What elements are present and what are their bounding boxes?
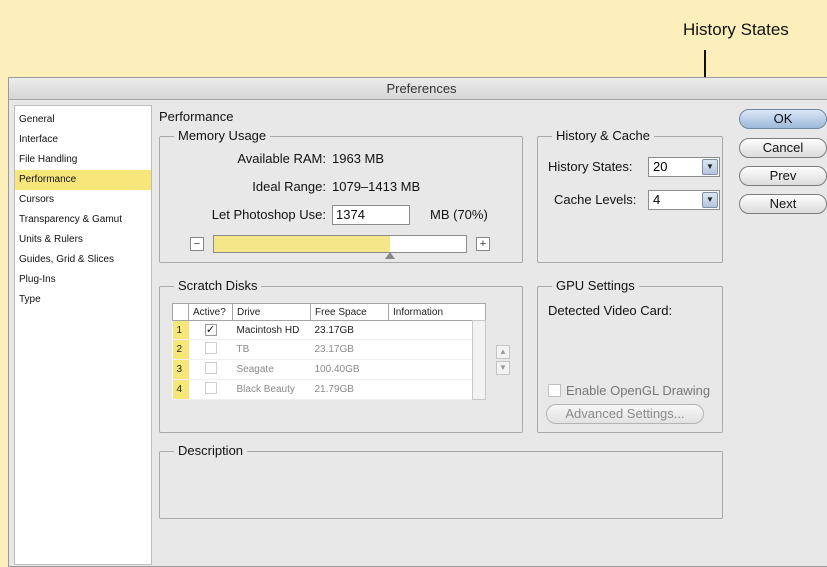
sidebar-item-cursors[interactable]: Cursors <box>15 190 151 210</box>
information <box>388 359 486 380</box>
prev-button[interactable]: Prev <box>739 166 827 186</box>
enable-opengl-checkbox[interactable] <box>548 384 561 397</box>
drive-name: TB <box>232 339 311 360</box>
memory-usage-title: Memory Usage <box>174 128 271 143</box>
scroll-down-icon[interactable]: ▼ <box>496 361 510 375</box>
sidebar-item-type[interactable]: Type <box>15 290 151 310</box>
history-cache-group: History & Cache History States: 20 ▼ Cac… <box>537 128 723 263</box>
sidebar-item-transparency-gamut[interactable]: Transparency & Gamut <box>15 210 151 230</box>
table-scrollbar[interactable] <box>472 320 486 400</box>
memory-decrease-button[interactable]: − <box>190 237 204 251</box>
dropdown-arrow-icon[interactable]: ▼ <box>702 159 718 175</box>
scratch-disks-group: Scratch Disks Active? Drive Free Space I… <box>159 278 523 433</box>
sidebar-item-file-handling[interactable]: File Handling <box>15 150 151 170</box>
active-checkbox[interactable]: ✓ <box>204 324 217 336</box>
ok-button[interactable]: OK <box>739 109 827 129</box>
table-row[interactable]: 1 ✓ Macintosh HD 23.17GB <box>172 320 486 340</box>
sidebar-item-units-rulers[interactable]: Units & Rulers <box>15 230 151 250</box>
column-header-index <box>172 303 189 321</box>
scroll-up-icon[interactable]: ▲ <box>496 345 510 359</box>
sidebar-item-general[interactable]: General <box>15 110 151 130</box>
memory-usage-group: Memory Usage Available RAM: 1963 MB Idea… <box>159 128 523 263</box>
free-space: 21.79GB <box>310 379 389 400</box>
information <box>388 320 486 340</box>
history-states-select[interactable]: 20 ▼ <box>648 157 720 177</box>
sidebar-item-plug-ins[interactable]: Plug-Ins <box>15 270 151 290</box>
scratch-disks-table: Active? Drive Free Space Information 1 ✓… <box>172 303 486 400</box>
free-space: 100.40GB <box>310 359 389 380</box>
memory-slider-fill <box>214 236 390 252</box>
ideal-range-value: 1079–1413 MB <box>332 179 421 194</box>
enable-opengl-label: Enable OpenGL Drawing <box>566 383 711 398</box>
available-ram-label: Available RAM: <box>237 151 326 166</box>
free-space: 23.17GB <box>310 320 389 340</box>
description-group: Description <box>159 443 723 519</box>
column-header-drive[interactable]: Drive <box>232 303 311 321</box>
cancel-button[interactable]: Cancel <box>739 138 827 158</box>
active-checkbox[interactable] <box>204 382 217 394</box>
sidebar-item-performance[interactable]: Performance <box>15 170 151 190</box>
row-number: 3 <box>172 359 189 380</box>
history-states-label: History States: <box>548 159 633 174</box>
sidebar-item-interface[interactable]: Interface <box>15 130 151 150</box>
callout-history-states: History States <box>683 20 789 39</box>
free-space: 23.17GB <box>310 339 389 360</box>
preferences-window: Preferences General Interface File Handl… <box>8 77 827 567</box>
memory-slider[interactable] <box>213 235 467 259</box>
table-row[interactable]: 2 TB 23.17GB <box>172 339 486 360</box>
table-row[interactable]: 4 Black Beauty 21.79GB <box>172 379 486 400</box>
memory-use-unit: MB (70%) <box>430 207 488 222</box>
information <box>388 339 486 360</box>
row-number: 2 <box>172 339 189 360</box>
page-title: Performance <box>159 109 234 124</box>
cache-levels-value: 4 <box>653 192 661 207</box>
drive-name: Black Beauty <box>232 379 311 400</box>
memory-use-input[interactable]: 1374 <box>332 205 410 225</box>
gpu-settings-group: GPU Settings Detected Video Card: Enable… <box>537 278 723 433</box>
advanced-settings-button[interactable]: Advanced Settings... <box>546 404 704 424</box>
preferences-sidebar: General Interface File Handling Performa… <box>14 105 152 565</box>
active-checkbox[interactable] <box>204 362 217 374</box>
column-header-information[interactable]: Information <box>388 303 486 321</box>
description-title: Description <box>174 443 248 458</box>
cache-levels-label: Cache Levels: <box>554 192 637 207</box>
dropdown-arrow-icon[interactable]: ▼ <box>702 192 718 208</box>
gpu-settings-title: GPU Settings <box>552 278 639 293</box>
row-number: 4 <box>172 379 189 400</box>
memory-increase-button[interactable]: + <box>476 237 490 251</box>
column-header-active[interactable]: Active? <box>188 303 233 321</box>
drive-name: Seagate <box>232 359 311 380</box>
let-photoshop-use-label: Let Photoshop Use: <box>211 207 326 222</box>
table-row[interactable]: 3 Seagate 100.40GB <box>172 359 486 380</box>
history-states-value: 20 <box>653 159 668 174</box>
detected-video-card-label: Detected Video Card: <box>548 303 673 318</box>
column-header-free-space[interactable]: Free Space <box>310 303 389 321</box>
history-cache-title: History & Cache <box>552 128 654 143</box>
available-ram-value: 1963 MB <box>332 151 385 166</box>
row-number: 1 <box>172 320 189 340</box>
memory-slider-thumb[interactable] <box>385 252 395 259</box>
scratch-disks-title: Scratch Disks <box>174 278 262 293</box>
next-button[interactable]: Next <box>739 194 827 214</box>
drive-name: Macintosh HD <box>232 320 311 340</box>
cache-levels-select[interactable]: 4 ▼ <box>648 190 720 210</box>
information <box>388 379 486 400</box>
window-title: Preferences <box>9 78 827 100</box>
ideal-range-label: Ideal Range: <box>252 179 326 194</box>
active-checkbox[interactable] <box>204 342 217 354</box>
sidebar-item-guides-grid-slices[interactable]: Guides, Grid & Slices <box>15 250 151 270</box>
